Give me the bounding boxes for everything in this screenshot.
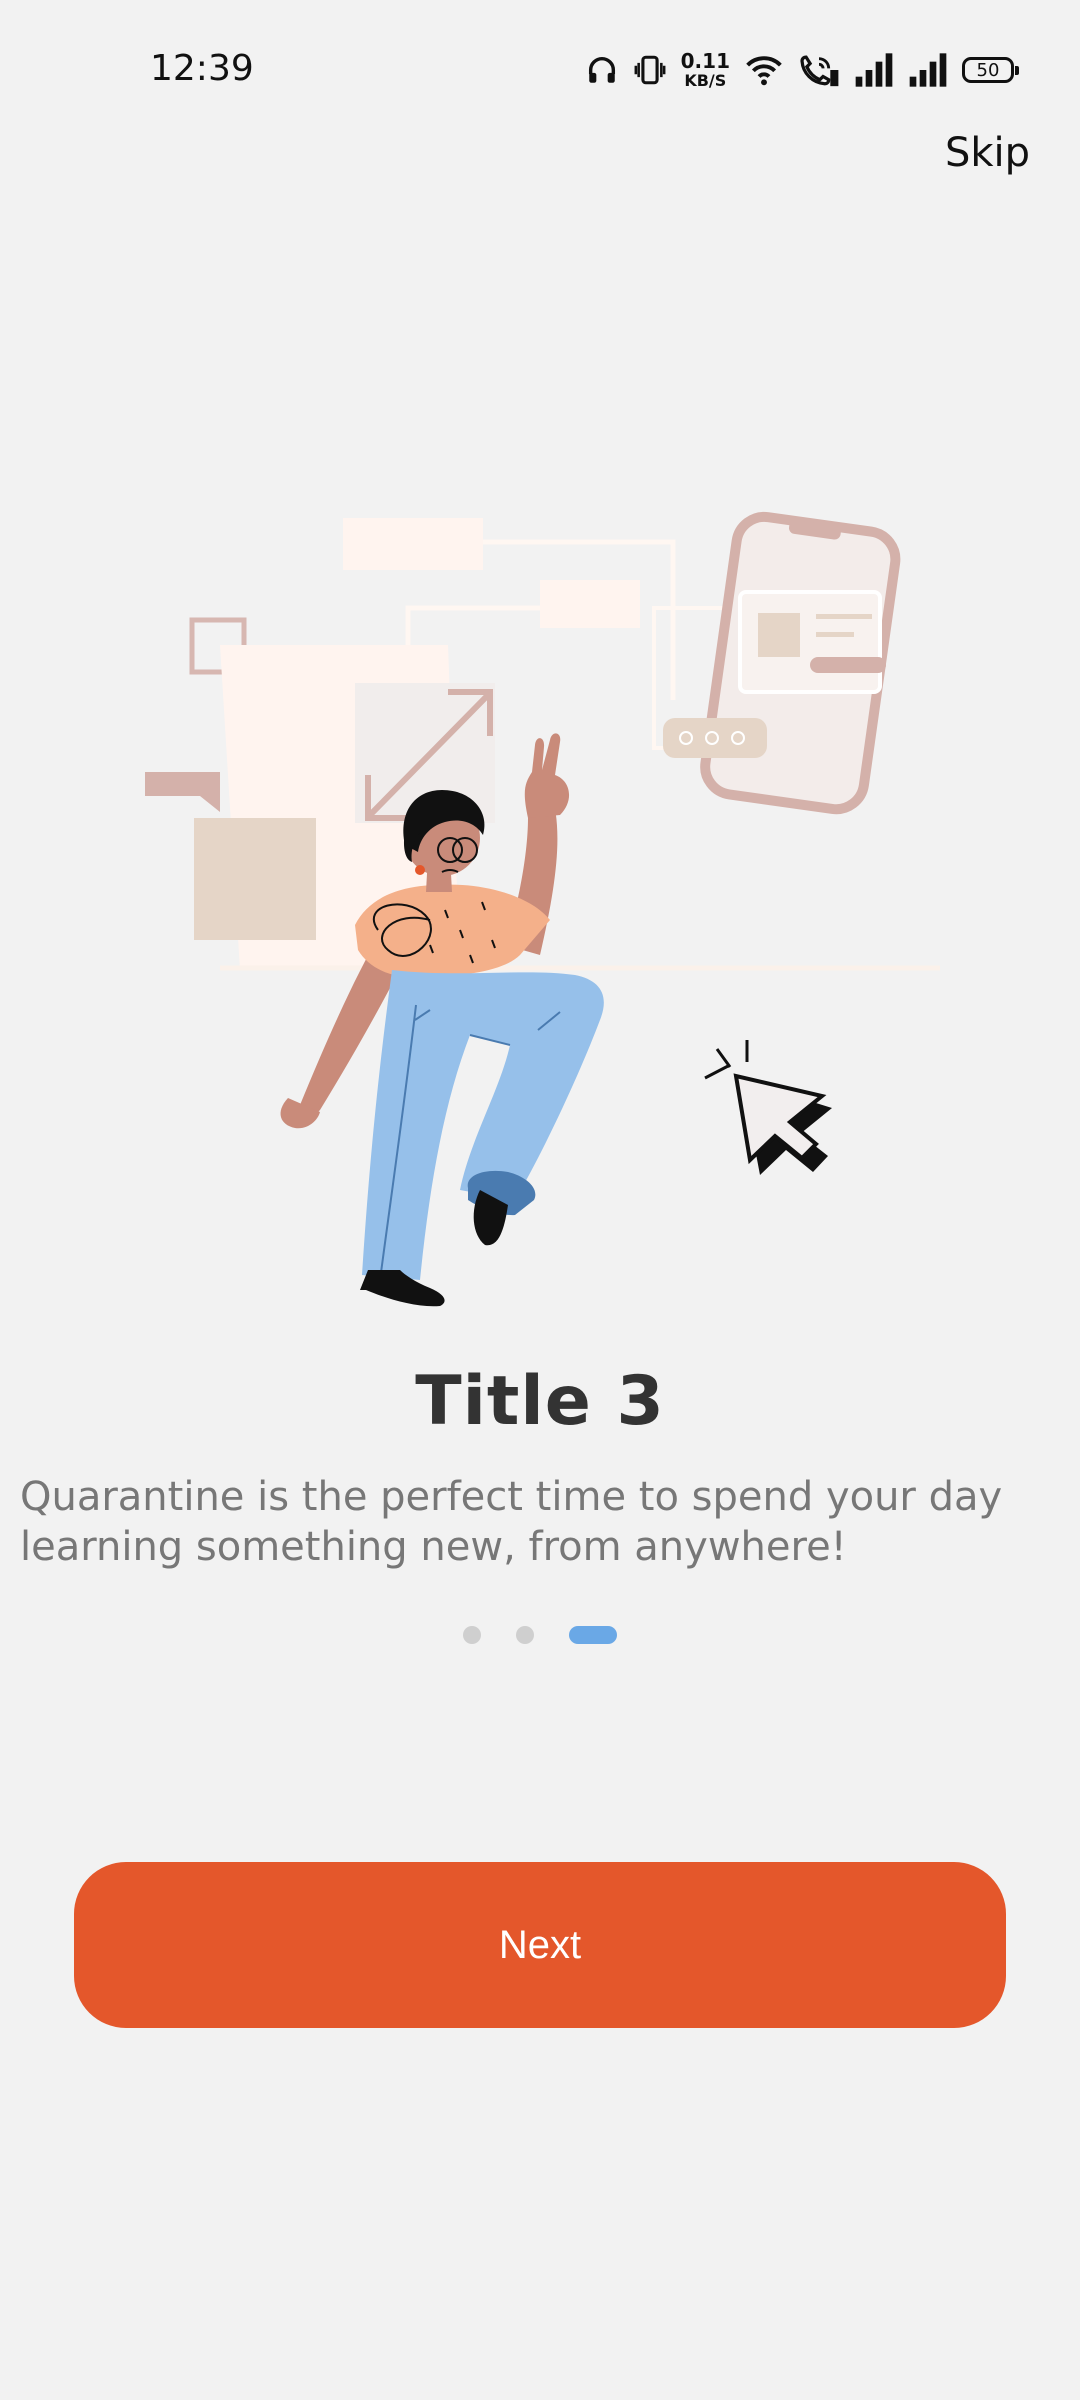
network-speed-value: 0.11 [680, 49, 730, 73]
wifi-calling-icon [800, 55, 839, 87]
next-button[interactable]: Next [74, 1862, 1006, 2028]
page-indicator-dot[interactable] [463, 1626, 481, 1644]
network-speed: 0.11 KB/S [681, 51, 730, 89]
wifi-icon [746, 56, 782, 86]
page-indicator [0, 1626, 1080, 1644]
status-time: 12:39 [150, 48, 254, 89]
network-speed-unit: KB/S [684, 71, 727, 90]
status-bar: 12:39 0.11 KB/S 50 [0, 0, 1080, 140]
skip-button[interactable]: Skip [945, 130, 1030, 176]
page-indicator-dot-active[interactable] [569, 1626, 617, 1644]
slide-description: Quarantine is the perfect time to spend … [20, 1474, 1003, 1570]
slide-title: Title 3 [415, 1362, 665, 1441]
battery-level: 50 [976, 59, 1000, 81]
onboarding-illustration [145, 511, 940, 1307]
signal-strength-icon-2 [909, 53, 947, 87]
battery-icon: 50 [962, 57, 1019, 83]
headphones-icon [588, 57, 615, 83]
signal-strength-icon [855, 53, 893, 87]
vibrate-icon [634, 55, 666, 85]
status-icons: 0.11 KB/S 50 [585, 46, 1019, 94]
onboarding-screen: 12:39 0.11 KB/S 50 Skip Title 3 Quaranti… [0, 0, 1080, 2400]
page-indicator-dot[interactable] [516, 1626, 534, 1644]
